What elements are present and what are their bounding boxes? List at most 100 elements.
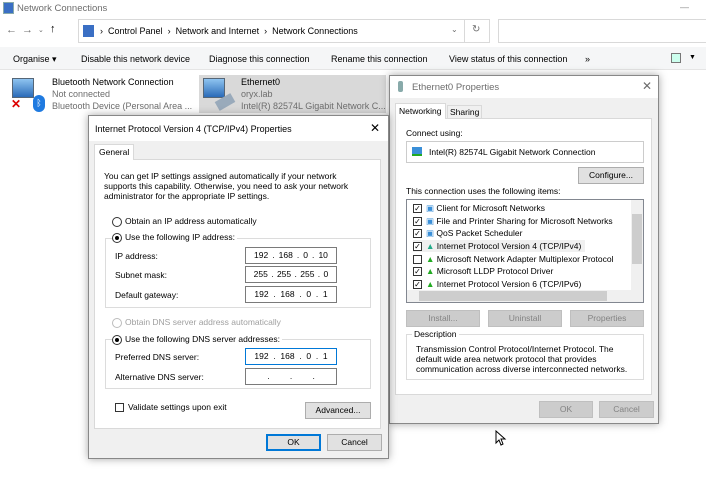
more-commands-button[interactable]: »: [585, 54, 590, 64]
checkbox[interactable]: ✓: [413, 229, 422, 239]
crumb-network-connections[interactable]: Network Connections: [272, 26, 358, 36]
list-item[interactable]: ▲ Microsoft Network Adapter Multiplexor …: [413, 253, 613, 265]
ok-button[interactable]: OK: [266, 434, 321, 451]
radio[interactable]: [112, 232, 122, 243]
network-adapter-icon: [12, 78, 34, 98]
checkbox[interactable]: [413, 255, 422, 265]
checkbox[interactable]: [115, 403, 124, 413]
use-ip-radio[interactable]: Use the following IP address:: [112, 232, 237, 243]
address-dropdown-icon[interactable]: ⌄: [451, 25, 458, 34]
recent-dropdown[interactable]: ⌄: [38, 26, 44, 34]
alternative-dns-label: Alternative DNS server:: [115, 372, 204, 382]
advanced-button[interactable]: Advanced...: [305, 402, 371, 419]
horizontal-scrollbar[interactable]: [407, 290, 643, 302]
up-button[interactable]: ↑: [50, 23, 56, 35]
list-item[interactable]: ✓ ▲ Internet Protocol Version 6 (TCP/IPv6…: [413, 278, 581, 290]
close-button[interactable]: ✕: [642, 79, 652, 93]
items-list[interactable]: ✓ ▣ Client for Microsoft Networks ✓ ▣ File…: [406, 199, 644, 303]
checkbox[interactable]: ✓: [413, 204, 422, 214]
checkbox[interactable]: ✓: [413, 242, 422, 252]
list-item-selected[interactable]: ✓ ▲ Internet Protocol Version 4 (TCP/IPv4…: [413, 240, 586, 252]
description-label: Description: [412, 329, 459, 339]
item-label: File and Printer Sharing for Microsoft N…: [436, 216, 613, 226]
dialog-title: Ethernet0 Properties: [412, 82, 500, 93]
dialog-title: Internet Protocol Version 4 (TCP/IPv4) P…: [95, 124, 292, 134]
vertical-scrollbar[interactable]: [631, 200, 643, 290]
list-item[interactable]: ✓ ▣ Client for Microsoft Networks: [413, 202, 545, 214]
connect-using-label: Connect using:: [406, 128, 463, 138]
tab-sharing[interactable]: Sharing: [447, 105, 483, 118]
search-box[interactable]: [498, 19, 706, 43]
sep: ›: [167, 26, 171, 36]
view-options-dropdown[interactable]: ▼: [689, 54, 696, 61]
adapter-icon: [398, 81, 403, 92]
list-item[interactable]: ✓ ▣ File and Printer Sharing for Microsof…: [413, 215, 613, 227]
radio-label: Use the following DNS server addresses:: [125, 334, 280, 344]
preferred-dns-field[interactable]: 192. 168. 0. 1: [245, 348, 337, 365]
connection-status: Not connected: [52, 89, 111, 99]
change-view-icon[interactable]: [671, 53, 681, 63]
item-label: QoS Packet Scheduler: [436, 228, 523, 238]
close-button[interactable]: ✕: [370, 121, 380, 135]
cancel-button[interactable]: Cancel: [599, 401, 654, 418]
alternative-dns-field[interactable]: ...: [245, 368, 337, 385]
connection-bluetooth[interactable]: ✕ ᛒ Bluetooth Network Connection Not con…: [8, 75, 194, 113]
connection-status: oryx.lab: [241, 89, 273, 99]
ok-button[interactable]: OK: [539, 401, 593, 418]
item-label: Microsoft LLDP Protocol Driver: [436, 266, 554, 276]
ip-address-field[interactable]: 192. 168. 0. 10: [245, 247, 337, 264]
connection-ethernet0[interactable]: Ethernet0 oryx.lab Intel(R) 82574L Gigab…: [199, 75, 386, 113]
address-bar[interactable]: › Control Panel › Network and Internet ›…: [78, 19, 490, 43]
default-gateway-field[interactable]: 192. 168. 0. 1: [245, 286, 337, 303]
radio[interactable]: [112, 334, 122, 345]
install-button[interactable]: Install...: [406, 310, 480, 327]
uninstall-button[interactable]: Uninstall: [488, 310, 562, 327]
cancel-button[interactable]: Cancel: [327, 434, 382, 451]
mouse-cursor-icon: [495, 430, 507, 446]
disconnected-x-icon: ✕: [11, 97, 22, 111]
adapter-name: Intel(R) 82574L Gigabit Network Connecti…: [429, 147, 596, 157]
obtain-ip-radio[interactable]: Obtain an IP address automatically: [112, 216, 257, 227]
diagnose-button[interactable]: Diagnose this connection: [209, 54, 310, 64]
rename-button[interactable]: Rename this connection: [331, 54, 428, 64]
validate-checkbox[interactable]: Validate settings upon exit: [115, 402, 227, 413]
use-dns-radio[interactable]: Use the following DNS server addresses:: [112, 334, 282, 345]
sep: ›: [264, 26, 268, 36]
default-gateway-label: Default gateway:: [115, 290, 179, 300]
connection-device: Intel(R) 82574L Gigabit Network C...: [241, 101, 386, 111]
item-label: Internet Protocol Version 4 (TCP/IPv4): [436, 241, 582, 251]
scroll-thumb[interactable]: [419, 291, 607, 301]
checkbox[interactable]: ✓: [413, 267, 422, 277]
app-icon: [3, 2, 14, 14]
configure-button[interactable]: Configure...: [578, 167, 644, 184]
back-button[interactable]: ←: [6, 24, 17, 36]
crumb-network-internet[interactable]: Network and Internet: [176, 26, 260, 36]
item-label: Microsoft Network Adapter Multiplexor Pr…: [436, 254, 614, 264]
list-item[interactable]: ✓ ▲ Microsoft LLDP Protocol Driver: [413, 265, 553, 277]
subnet-mask-field[interactable]: 255. 255. 255. 0: [245, 266, 337, 283]
properties-button[interactable]: Properties: [570, 310, 644, 327]
connection-name: Bluetooth Network Connection: [52, 77, 174, 87]
crumb-control-panel[interactable]: Control Panel: [108, 26, 163, 36]
radio[interactable]: [112, 317, 122, 328]
radio[interactable]: [112, 216, 122, 227]
obtain-dns-radio[interactable]: Obtain DNS server address automatically: [112, 317, 281, 328]
scroll-thumb[interactable]: [632, 214, 642, 264]
tab-general[interactable]: General: [94, 144, 135, 160]
minimize-button[interactable]: —: [680, 2, 689, 12]
items-label: This connection uses the following items…: [406, 186, 561, 196]
ipv4-properties-dialog: Internet Protocol Version 4 (TCP/IPv4) P…: [88, 115, 389, 459]
refresh-icon[interactable]: ↻: [472, 24, 480, 35]
forward-button[interactable]: →: [22, 24, 33, 36]
adapter-icon: [412, 147, 422, 156]
bluetooth-icon: ᛒ: [33, 95, 45, 112]
tab-networking[interactable]: Networking: [395, 103, 446, 119]
radio-label: Obtain DNS server address automatically: [125, 317, 281, 327]
checkbox[interactable]: ✓: [413, 280, 422, 290]
checkbox[interactable]: ✓: [413, 217, 422, 227]
list-item[interactable]: ✓ ▣ QoS Packet Scheduler: [413, 227, 522, 239]
intro-text: You can get IP settings assigned automat…: [104, 171, 349, 201]
view-status-button[interactable]: View status of this connection: [449, 54, 567, 64]
organise-menu[interactable]: Organise ▾: [13, 54, 57, 65]
disable-device-button[interactable]: Disable this network device: [81, 54, 190, 64]
